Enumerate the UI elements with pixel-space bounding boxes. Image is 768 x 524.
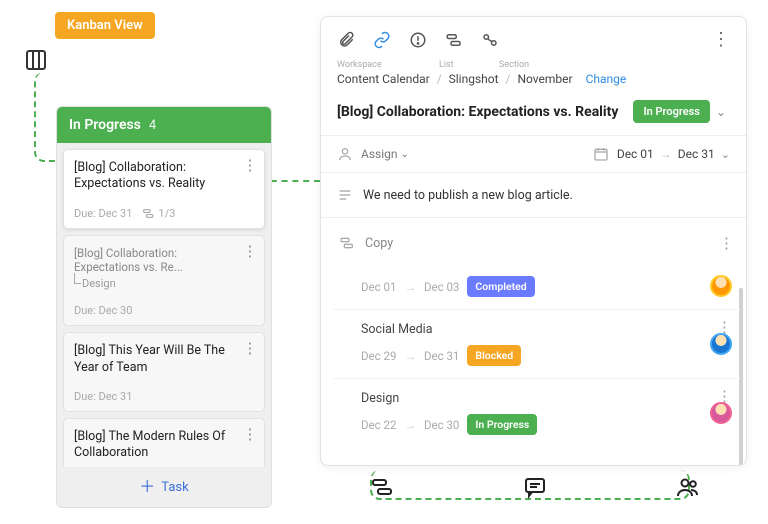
subtasks-header-label: Copy bbox=[365, 236, 393, 251]
kanban-columns-icon bbox=[24, 48, 48, 72]
card-due: Due: Dec 31 bbox=[74, 390, 132, 403]
task-card[interactable]: ⋮ [Blog] This Year Will Be The Year of T… bbox=[63, 332, 265, 412]
subtask-start: Dec 22 bbox=[361, 418, 396, 432]
arrow-right-icon: → bbox=[404, 418, 416, 432]
subtask-icon bbox=[370, 475, 394, 499]
task-detail-panel: ⋮ Workspace List Section Content Calenda… bbox=[320, 16, 747, 466]
breadcrumb-section[interactable]: November bbox=[517, 72, 572, 86]
subtask-item[interactable]: Dec 01 → Dec 03 Completed bbox=[333, 262, 740, 309]
card-title: [Blog] Collaboration: Expectations vs. R… bbox=[74, 160, 256, 193]
breadcrumb-workspace[interactable]: Content Calendar bbox=[337, 72, 430, 86]
task-card[interactable]: ⋮ [Blog] The Modern Rules Of Collaborati… bbox=[63, 418, 265, 467]
breadcrumb-label-section: Section bbox=[499, 60, 529, 70]
add-task-button[interactable]: ＋ Task bbox=[57, 467, 271, 507]
subtask-status-pill: In Progress bbox=[467, 414, 537, 435]
subtask-icon[interactable] bbox=[445, 31, 463, 49]
arrow-right-icon: → bbox=[404, 349, 416, 363]
subtask-status-pill: Completed bbox=[467, 276, 534, 297]
status-label: In Progress bbox=[643, 105, 699, 118]
chevron-down-icon: ⌄ bbox=[712, 101, 730, 123]
assign-button[interactable]: Assign⌄ bbox=[361, 147, 409, 161]
card-title: [Blog] This Year Will Be The Year of Tea… bbox=[74, 343, 256, 376]
arrow-right-icon: → bbox=[404, 280, 416, 294]
description-icon bbox=[337, 187, 353, 203]
card-due: Due: Dec 31 bbox=[74, 207, 132, 220]
column-body: ⋮ [Blog] Collaboration: Expectations vs.… bbox=[57, 143, 271, 467]
subtask-indicator: 1/3 bbox=[142, 207, 175, 220]
kanban-view-tag: Kanban View bbox=[55, 12, 155, 39]
subtask-title: Design bbox=[361, 391, 734, 406]
card-due: Due: Dec 30 bbox=[74, 304, 132, 317]
column-count: 4 bbox=[149, 118, 156, 133]
callout-icons bbox=[370, 475, 700, 499]
date-start: Dec 01 bbox=[617, 147, 654, 161]
kanban-column-in-progress: In Progress 4 ⋮ [Blog] Collaboration: Ex… bbox=[56, 106, 272, 508]
description-text: We need to publish a new blog article. bbox=[363, 188, 573, 203]
plus-icon: ＋ bbox=[139, 479, 155, 495]
task-card[interactable]: ⋮ [Blog] Collaboration: Expectations vs.… bbox=[63, 149, 265, 229]
card-more-icon[interactable]: ⋮ bbox=[242, 341, 258, 356]
add-task-label: Task bbox=[161, 480, 188, 495]
dependency-icon[interactable] bbox=[481, 31, 499, 49]
arrow-right-icon: → bbox=[660, 147, 672, 161]
subtask-item[interactable]: ⋮ Design Dec 22 → Dec 30 In Progress bbox=[333, 378, 740, 447]
avatar[interactable] bbox=[710, 333, 732, 355]
breadcrumb-label-workspace: Workspace bbox=[337, 60, 439, 70]
person-icon bbox=[337, 146, 353, 162]
detail-more-icon[interactable]: ⋮ bbox=[712, 29, 730, 50]
column-title: In Progress bbox=[69, 117, 141, 133]
subtask-start: Dec 01 bbox=[361, 280, 396, 294]
subtask-end: Dec 30 bbox=[424, 418, 459, 432]
breadcrumb: Workspace List Section Content Calendar … bbox=[321, 60, 746, 96]
date-end: Dec 31 bbox=[678, 147, 715, 161]
subtask-end: Dec 31 bbox=[424, 349, 459, 363]
card-more-icon[interactable]: ⋮ bbox=[242, 244, 258, 259]
task-title[interactable]: [Blog] Collaboration: Expectations vs. R… bbox=[337, 104, 625, 120]
breadcrumb-change-link[interactable]: Change bbox=[586, 72, 627, 86]
subtask-more-icon[interactable]: ⋮ bbox=[719, 234, 734, 252]
detail-toolbar: ⋮ bbox=[321, 17, 746, 60]
people-icon bbox=[676, 475, 700, 499]
calendar-icon bbox=[593, 146, 609, 162]
subtask-end: Dec 03 bbox=[424, 280, 459, 294]
subtask-item[interactable]: ⋮ Social Media Dec 29 → Dec 31 Blocked bbox=[333, 309, 740, 378]
status-dropdown[interactable]: In Progress ⌄ bbox=[633, 100, 730, 123]
task-card[interactable]: ⋮ [Blog] Collaboration: Expectations vs.… bbox=[63, 235, 265, 327]
date-range-picker[interactable]: Dec 01 → Dec 31 ⌄ bbox=[617, 147, 730, 161]
subtask-start: Dec 29 bbox=[361, 349, 396, 363]
subtasks-section: Copy ⋮ Dec 01 → Dec 03 Completed ⋮ Socia… bbox=[321, 217, 746, 465]
subtask-status-pill: Blocked bbox=[467, 345, 521, 366]
card-subtitle: Design bbox=[74, 277, 256, 290]
link-icon[interactable] bbox=[373, 31, 391, 49]
avatar[interactable] bbox=[710, 275, 732, 297]
card-title: [Blog] Collaboration: Expectations vs. R… bbox=[74, 246, 256, 276]
subtask-icon bbox=[339, 235, 355, 251]
avatar[interactable] bbox=[710, 402, 732, 424]
card-title: [Blog] The Modern Rules Of Collaboration bbox=[74, 429, 256, 462]
column-header[interactable]: In Progress 4 bbox=[57, 107, 271, 143]
breadcrumb-label-list: List bbox=[439, 60, 499, 70]
subtask-title: Social Media bbox=[361, 322, 734, 337]
comment-icon bbox=[523, 475, 547, 499]
attachment-icon[interactable] bbox=[337, 31, 355, 49]
card-more-icon[interactable]: ⋮ bbox=[242, 427, 258, 442]
breadcrumb-list[interactable]: Slingshot bbox=[449, 72, 499, 86]
card-more-icon[interactable]: ⋮ bbox=[242, 158, 258, 173]
description-row[interactable]: We need to publish a new blog article. bbox=[321, 172, 746, 217]
priority-icon[interactable] bbox=[409, 31, 427, 49]
